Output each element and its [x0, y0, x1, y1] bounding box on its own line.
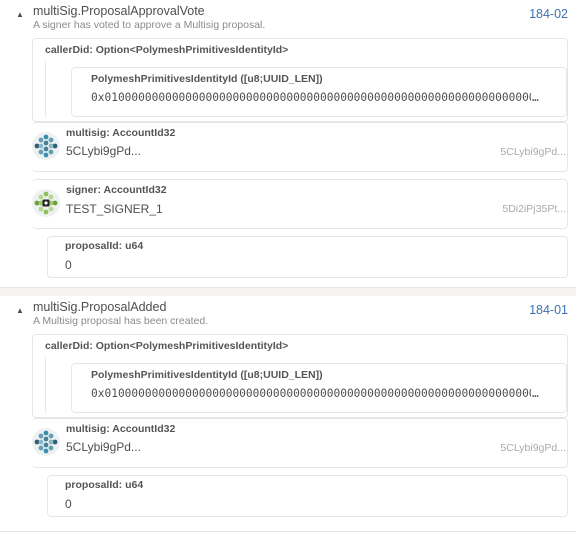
caller-did-param: callerDid: Option<PolymeshPrimitivesIden… — [32, 38, 568, 122]
proposal-id-param: proposalId: u64 0 — [47, 236, 568, 278]
event-description: A signer has voted to approve a Multisig… — [33, 19, 266, 31]
event-proposal-approval-vote: ▲ multiSig.ProposalApprovalVote A signer… — [0, 0, 576, 288]
event-title: multiSig.ProposalApprovalVote — [33, 4, 205, 18]
signer-value[interactable]: TEST_SIGNER_1 — [66, 202, 163, 216]
collapse-chevron-icon[interactable]: ▲ — [16, 306, 26, 316]
signer-label: signer: AccountId32 — [66, 184, 167, 196]
event-title: multiSig.ProposalAdded — [33, 300, 167, 314]
event-separator — [0, 288, 576, 296]
identity-id-param: PolymeshPrimitivesIdentityId ([u8;UUID_L… — [71, 67, 567, 117]
identity-id-label: PolymeshPrimitivesIdentityId ([u8;UUID_L… — [91, 73, 323, 85]
caller-did-label: callerDid: Option<PolymeshPrimitivesIden… — [45, 44, 289, 56]
collapse-chevron-icon[interactable]: ▲ — [16, 10, 26, 20]
caller-did-label: callerDid: Option<PolymeshPrimitivesIden… — [45, 340, 289, 352]
identity-id-param: PolymeshPrimitivesIdentityId ([u8;UUID_L… — [71, 363, 567, 413]
proposal-id-value[interactable]: 0 — [65, 258, 72, 272]
multisig-label: multisig: AccountId32 — [66, 127, 176, 139]
caller-did-param: callerDid: Option<PolymeshPrimitivesIden… — [32, 334, 568, 418]
multisig-label: multisig: AccountId32 — [66, 423, 176, 435]
identicon-multisig-icon[interactable] — [32, 132, 60, 160]
nest-line — [45, 61, 46, 117]
nest-line — [45, 357, 46, 413]
identity-id-value[interactable]: 0x01000000000000000000000000000000000000… — [91, 387, 536, 400]
identity-id-label: PolymeshPrimitivesIdentityId ([u8;UUID_L… — [91, 369, 323, 381]
identicon-multisig-icon[interactable] — [32, 428, 60, 456]
multisig-value[interactable]: 5CLybi9gPd... — [66, 440, 141, 454]
ellipsis: … — [531, 387, 539, 400]
proposal-id-label: proposalId: u64 — [65, 479, 144, 491]
multisig-address[interactable]: 5CLybi9gPd... — [500, 146, 566, 158]
signer-address[interactable]: 5Di2iPj35Pt... — [502, 203, 566, 215]
event-proposal-added: ▲ multiSig.ProposalAdded A Multisig prop… — [0, 296, 576, 532]
ellipsis: … — [531, 91, 539, 104]
proposal-id-value[interactable]: 0 — [65, 497, 72, 511]
identity-id-value[interactable]: 0x01000000000000000000000000000000000000… — [91, 91, 536, 104]
multisig-address[interactable]: 5CLybi9gPd... — [500, 442, 566, 454]
identicon-signer-icon[interactable] — [32, 189, 60, 217]
multisig-value[interactable]: 5CLybi9gPd... — [66, 144, 141, 158]
event-block-link[interactable]: 184-02 — [529, 7, 568, 21]
event-block-link[interactable]: 184-01 — [529, 303, 568, 317]
proposal-id-param: proposalId: u64 0 — [47, 475, 568, 517]
proposal-id-label: proposalId: u64 — [65, 240, 144, 252]
event-description: A Multisig proposal has been created. — [33, 315, 209, 327]
